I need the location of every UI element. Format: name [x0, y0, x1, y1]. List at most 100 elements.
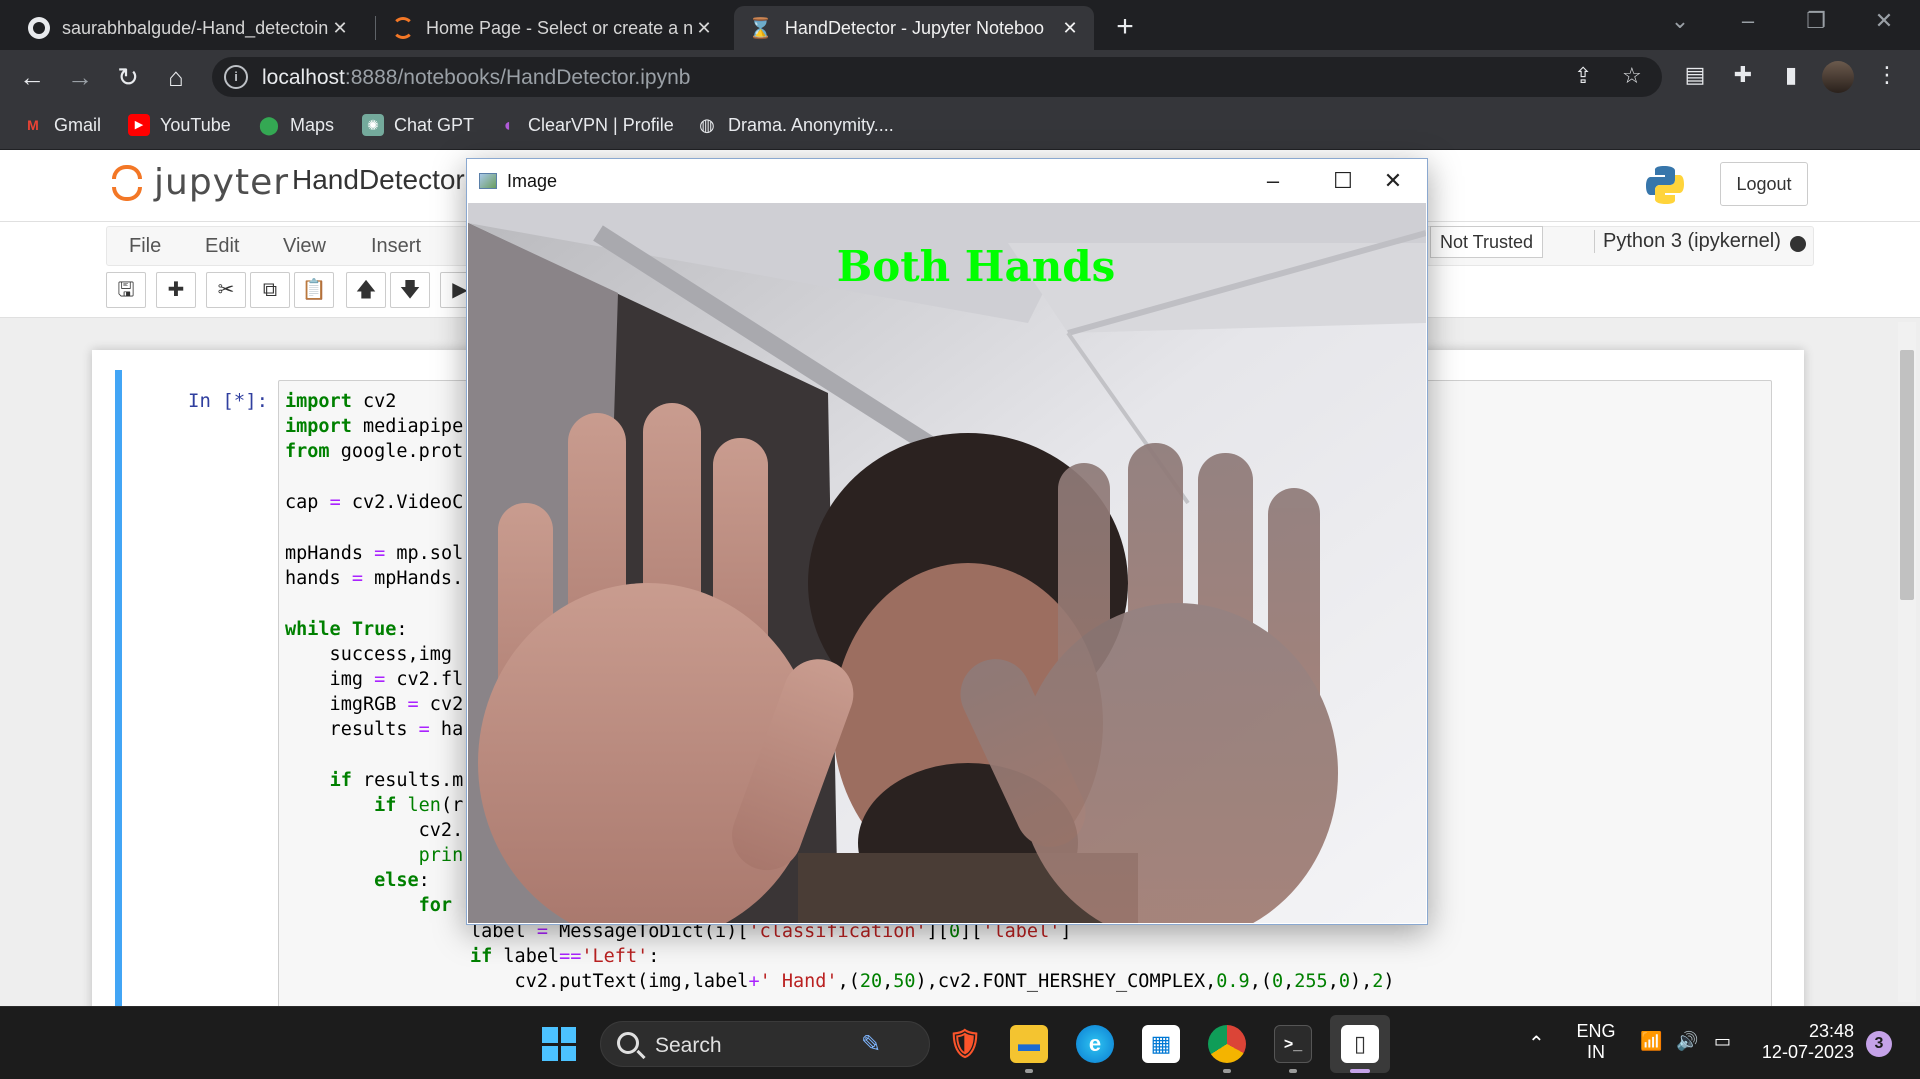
minimize-icon[interactable]: – [1728, 8, 1768, 34]
chrome-icon[interactable] [1208, 1025, 1246, 1063]
browser-tab-strip: saurabhbalgude/-Hand_detectoin ✕ Home Pa… [0, 0, 1920, 50]
terminal-icon[interactable]: >_ [1274, 1025, 1312, 1063]
url-text[interactable]: localhost:8888/notebooks/HandDetector.ip… [262, 66, 690, 90]
code-line-18: cv2. [285, 820, 464, 841]
site-info-icon[interactable]: i [224, 65, 248, 89]
copy-icon[interactable]: ⧉ [250, 272, 290, 308]
bookmark-star-icon[interactable]: ☆ [1622, 63, 1642, 89]
notebook-name[interactable]: HandDetector [292, 164, 465, 196]
menu-view[interactable]: View [283, 235, 326, 258]
bookmark-gmail[interactable]: M Gmail [22, 114, 101, 136]
browser-toolbar: ← → ↻ ⌂ i localhost:8888/notebooks/HandD… [0, 50, 1920, 104]
wifi-icon[interactable]: 📶 [1640, 1031, 1662, 1052]
volume-icon[interactable]: 🔊 [1676, 1031, 1698, 1052]
close-icon[interactable]: ✕ [1373, 167, 1413, 195]
paste-icon[interactable]: 📋 [294, 272, 334, 308]
cut-icon[interactable]: ✂ [206, 272, 246, 308]
tab-hand-detector[interactable]: ⌛ HandDetector - Jupyter Noteboo ✕ [734, 6, 1094, 50]
code-line-13: imgRGB = cv2 [285, 694, 464, 715]
start-button[interactable] [542, 1027, 576, 1061]
clock[interactable]: 23:48 12-07-2023 [1754, 1021, 1854, 1063]
add-cell-icon[interactable]: ✚ [156, 272, 196, 308]
menu-edit[interactable]: Edit [205, 235, 239, 258]
close-icon[interactable]: ✕ [330, 18, 350, 39]
code-line-8: hands = mpHands. [285, 568, 464, 589]
reload-icon[interactable]: ↻ [112, 61, 144, 93]
kernel-name[interactable]: Python 3 (ipykernel) [1594, 230, 1781, 253]
code-line-5: cap = cv2.VideoC [285, 492, 464, 513]
scrollbar-thumb[interactable] [1900, 350, 1914, 600]
forward-arrow-icon[interactable]: → [64, 61, 96, 93]
new-tab-button[interactable]: + [1110, 10, 1140, 44]
close-window-icon[interactable]: ✕ [1864, 8, 1904, 34]
menu-file[interactable]: File [129, 235, 161, 258]
home-icon[interactable]: ⌂ [160, 61, 192, 93]
bookmark-label: YouTube [160, 114, 231, 135]
jupyter-icon [392, 17, 414, 39]
region-code: IN [1587, 1042, 1605, 1062]
bookmark-label: Maps [290, 114, 335, 135]
language-indicator[interactable]: ENG IN [1576, 1021, 1616, 1063]
webcam-image: Both Hands [468, 203, 1426, 923]
battery-icon[interactable]: ▭ [1714, 1031, 1731, 1052]
overlay-text: Both Hands [837, 242, 1116, 291]
brave-browser-icon[interactable]: 🛡 [946, 1025, 984, 1063]
tab-title: saurabhbalgude/-Hand_detectoin [62, 17, 329, 38]
code-line-12: img = cv2.fl [285, 669, 464, 690]
show-hidden-icons[interactable]: ⌃ [1528, 1031, 1545, 1056]
hourglass-icon: ⌛ [748, 17, 773, 40]
running-indicator [1289, 1069, 1297, 1073]
code-line-11: success,img [285, 644, 453, 665]
cell-prompt: In [*]: [188, 390, 269, 412]
close-icon[interactable]: ✕ [1060, 18, 1080, 39]
image-window-task-icon[interactable]: ▯ [1341, 1025, 1379, 1063]
gmail-icon: M [27, 117, 39, 133]
maximize-icon[interactable]: ☐ [1323, 167, 1363, 195]
jupyter-wordmark: jupyter [154, 162, 290, 203]
bookmark-clearvpn[interactable]: ◖ ClearVPN | Profile [496, 114, 674, 136]
taskbar-search[interactable]: Search ✎ [600, 1021, 930, 1067]
close-icon[interactable]: ✕ [694, 18, 714, 39]
bookmark-youtube[interactable]: ▶ YouTube [128, 114, 231, 136]
jupyter-logo-icon [110, 163, 146, 203]
opencv-image-window[interactable]: Image – ☐ ✕ Both Hands [466, 158, 1428, 925]
save-icon[interactable]: 🖫 [106, 272, 146, 308]
code-line-3: from google.prot [285, 441, 464, 462]
chatgpt-icon: ✺ [362, 114, 384, 136]
edge-browser-icon[interactable]: e [1076, 1025, 1114, 1063]
notification-badge[interactable]: 3 [1866, 1031, 1892, 1057]
menu-insert[interactable]: Insert [371, 235, 421, 258]
bookmark-label: Drama. Anonymity.... [728, 114, 894, 135]
tab-jupyter-home[interactable]: Home Page - Select or create a n ✕ [378, 6, 728, 50]
share-icon[interactable]: ⇪ [1574, 63, 1592, 89]
tab-github-repo[interactable]: saurabhbalgude/-Hand_detectoin ✕ [14, 6, 364, 50]
restore-icon[interactable]: ❐ [1796, 8, 1836, 34]
minimize-icon[interactable]: – [1253, 167, 1293, 195]
extensions-puzzle-icon[interactable]: ✚ [1728, 62, 1758, 88]
code-line-24: cv2.putText(img,label+' Hand',(20,50),cv… [470, 971, 1395, 992]
jupyter-logo[interactable]: jupyter [110, 162, 289, 203]
microsoft-store-icon[interactable]: ▦ [1142, 1025, 1180, 1063]
search-icon [617, 1032, 639, 1054]
tab-title: HandDetector - Jupyter Noteboo [784, 17, 1045, 38]
logout-button[interactable]: Logout [1720, 162, 1808, 206]
move-down-icon[interactable]: 🡇 [390, 272, 430, 308]
bookmark-drama[interactable]: ◍ Drama. Anonymity.... [696, 114, 894, 136]
cast-icon[interactable]: ▤ [1680, 62, 1710, 88]
bookmarks-bar: M Gmail ▶ YouTube ⬤ Maps ✺ Chat GPT ◖ Cl… [0, 104, 1920, 150]
tab-separator [375, 16, 376, 40]
window-titlebar[interactable]: Image – ☐ ✕ [467, 159, 1427, 203]
bookmark-chatgpt[interactable]: ✺ Chat GPT [362, 114, 474, 136]
bookmark-maps[interactable]: ⬤ Maps [258, 114, 334, 136]
back-arrow-icon[interactable]: ← [16, 61, 48, 93]
profile-avatar[interactable] [1822, 61, 1854, 93]
github-icon [28, 17, 50, 39]
more-menu-icon[interactable]: ⋮ [1872, 62, 1902, 88]
trust-status-button[interactable]: Not Trusted [1430, 226, 1544, 258]
address-bar[interactable]: i localhost:8888/notebooks/HandDetector.… [212, 57, 1662, 97]
file-explorer-icon[interactable]: ▬ [1010, 1025, 1048, 1063]
tab-search-icon[interactable]: ⌄ [1660, 8, 1700, 34]
side-panel-icon[interactable]: ▮ [1776, 62, 1806, 88]
move-up-icon[interactable]: 🡅 [346, 272, 386, 308]
code-line-14: results = ha [285, 719, 464, 740]
